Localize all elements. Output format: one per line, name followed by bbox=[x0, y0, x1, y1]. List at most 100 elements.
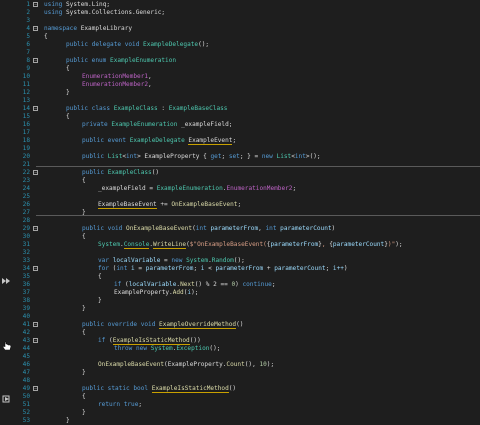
code-line-44: throw new System.Exception(); bbox=[114, 345, 221, 352]
code-line-1: using System.Linq; bbox=[44, 1, 111, 8]
line-number: 12 bbox=[22, 89, 30, 96]
hand-cursor-icon bbox=[2, 341, 12, 351]
code-line-50: { bbox=[82, 393, 86, 400]
fold-toggle-icon[interactable]: − bbox=[33, 106, 38, 112]
line-number: 40 bbox=[22, 313, 30, 320]
line-number: 33 bbox=[22, 257, 30, 264]
fold-toggle-icon[interactable]: − bbox=[33, 226, 38, 232]
line-number: 50 bbox=[22, 393, 30, 400]
line-number: 13 bbox=[22, 97, 30, 104]
line-number: 49 bbox=[22, 385, 30, 392]
code-line-22: public ExampleClass() bbox=[82, 169, 160, 176]
code-line-36: if (localVariable.Next() % 2 == 0) conti… bbox=[114, 281, 276, 288]
line-number: 36 bbox=[22, 281, 30, 288]
line-number: 3 bbox=[26, 17, 30, 24]
code-line-14: public class ExampleClass : ExampleBaseC… bbox=[66, 105, 228, 112]
line-number: 10 bbox=[22, 73, 30, 80]
line-number: 20 bbox=[22, 153, 30, 160]
line-number: 45 bbox=[22, 353, 30, 360]
line-number: 38 bbox=[22, 297, 30, 304]
line-number: 15 bbox=[22, 113, 30, 120]
code-line-23: { bbox=[82, 177, 86, 184]
code-line-43: if (ExampleIsStaticMethod()) bbox=[98, 337, 201, 345]
fold-toggle-icon[interactable]: − bbox=[33, 266, 38, 272]
line-number: 31 bbox=[22, 241, 30, 248]
line-number: 22 bbox=[22, 169, 30, 176]
line-number: 4 bbox=[26, 25, 30, 32]
line-number: 25 bbox=[22, 193, 30, 200]
line-number: 52 bbox=[22, 409, 30, 416]
line-number: 2 bbox=[26, 9, 30, 16]
line-number: 17 bbox=[22, 129, 30, 136]
code-line-12: } bbox=[66, 89, 70, 96]
line-number: 5 bbox=[26, 33, 30, 40]
line-number: 29 bbox=[22, 225, 30, 232]
code-line-33: var localVariable = new System.Random(); bbox=[98, 257, 245, 264]
code-line-27: } bbox=[82, 209, 86, 216]
fold-toggle-icon[interactable]: − bbox=[33, 26, 38, 32]
code-line-46: OnExampleBaseEvent(ExampleProperty.Count… bbox=[98, 361, 275, 368]
line-number: 24 bbox=[22, 185, 30, 192]
code-line-26: ExampleBaseEvent += OnExampleBaseEvent; bbox=[98, 201, 242, 209]
line-number: 30 bbox=[22, 233, 30, 240]
code-line-42: { bbox=[82, 329, 86, 336]
code-line-35: { bbox=[98, 273, 102, 280]
line-number: 11 bbox=[22, 81, 30, 88]
fold-toggle-icon[interactable]: − bbox=[33, 58, 38, 64]
line-number: 1 bbox=[26, 1, 30, 8]
line-number-gutter: 1 2 3 4 5 6 7 8 9 10 11 12 13 14 15 16 17 18 19 20 21 22 23 24 2… bbox=[14, 0, 32, 424]
code-line-29: public void OnExampleBaseEvent(int param… bbox=[82, 225, 336, 232]
code-line-52: } bbox=[82, 409, 86, 416]
line-number: 18 bbox=[22, 137, 30, 144]
code-line-38: } bbox=[98, 297, 102, 304]
line-number: 48 bbox=[22, 377, 30, 384]
line-number: 39 bbox=[22, 305, 30, 312]
code-line-30: { bbox=[82, 233, 86, 240]
code-line-31: System.Console.WriteLine($"OnExampleBase… bbox=[98, 241, 403, 249]
line-number: 37 bbox=[22, 289, 30, 296]
code-line-16: private ExampleEnumeration _exampleField… bbox=[82, 121, 233, 128]
code-line-2: using System.Collections.Generic; bbox=[44, 9, 166, 16]
line-number: 32 bbox=[22, 249, 30, 256]
breakpoint-arrow-icon[interactable] bbox=[2, 277, 12, 285]
code-line-15: { bbox=[66, 113, 70, 120]
line-number: 41 bbox=[22, 321, 30, 328]
code-line-51: return true; bbox=[98, 401, 143, 408]
line-number: 34 bbox=[22, 265, 30, 272]
code-line-49: public static bool ExampleIsStaticMethod… bbox=[82, 385, 237, 393]
line-number: 26 bbox=[22, 201, 30, 208]
line-number: 51 bbox=[22, 401, 30, 408]
fold-toggle-icon[interactable]: − bbox=[33, 386, 38, 392]
code-area[interactable]: using System.Linq; using System.Collecti… bbox=[44, 0, 480, 424]
line-number: 53 bbox=[22, 417, 30, 424]
line-number: 21 bbox=[22, 161, 30, 168]
line-number: 42 bbox=[22, 329, 30, 336]
fold-toggle-icon[interactable]: − bbox=[33, 338, 38, 344]
code-line-53: } bbox=[66, 417, 70, 424]
code-line-39: } bbox=[82, 305, 86, 312]
line-number: 8 bbox=[26, 57, 30, 64]
code-line-6: public delegate void ExampleDelegate(); bbox=[66, 41, 210, 48]
code-line-41: public override void ExampleOverrideMeth… bbox=[82, 321, 244, 329]
glyph-margin[interactable] bbox=[0, 0, 14, 423]
line-number: 14 bbox=[22, 105, 30, 112]
line-number: 27 bbox=[22, 209, 30, 216]
line-number: 6 bbox=[26, 41, 30, 48]
code-line-10: EnumerationMember1, bbox=[82, 73, 152, 80]
line-number: 28 bbox=[22, 217, 30, 224]
code-line-47: } bbox=[82, 369, 86, 376]
line-number: 16 bbox=[22, 121, 30, 128]
code-line-8: public enum ExampleEnumeration bbox=[66, 57, 177, 64]
fold-toggle-icon[interactable]: − bbox=[33, 322, 38, 328]
fold-toggle-icon[interactable]: − bbox=[33, 2, 38, 8]
line-number: 7 bbox=[26, 49, 30, 56]
line-number: 35 bbox=[22, 273, 30, 280]
code-line-34: for (int i = parameterFrom; i < paramete… bbox=[98, 265, 348, 272]
code-line-4: namespace ExampleLibrary bbox=[44, 25, 133, 32]
line-number: 44 bbox=[22, 345, 30, 352]
code-line-9: { bbox=[66, 65, 70, 72]
code-editor[interactable]: 1 2 3 4 5 6 7 8 9 10 11 12 13 14 15 16 17 18 19 20 21 22 23 24 2… bbox=[0, 0, 480, 424]
bookmark-icon[interactable] bbox=[2, 395, 12, 403]
line-number: 19 bbox=[22, 145, 30, 152]
code-line-18: public event ExampleDelegate ExampleEven… bbox=[82, 137, 237, 145]
